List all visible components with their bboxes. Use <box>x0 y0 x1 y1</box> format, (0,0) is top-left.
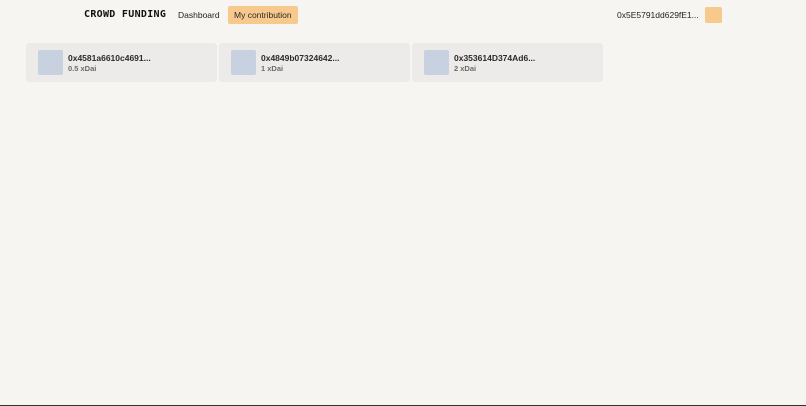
contribution-card[interactable]: 0x4849b07324642... 1 xDai <box>220 44 409 81</box>
project-thumbnail <box>38 50 63 75</box>
top-navbar: CROWD FUNDING Dashboard My contribution … <box>0 0 806 30</box>
contribution-amount: 0.5 xDai <box>68 64 97 73</box>
project-thumbnail <box>424 50 449 75</box>
brand-logo[interactable]: CROWD FUNDING <box>84 9 166 20</box>
project-address: 0x4849b07324642... <box>261 53 340 63</box>
wallet-address[interactable]: 0x5E5791dd629fE1... <box>617 10 699 20</box>
nav-my-contribution[interactable]: My contribution <box>228 6 298 24</box>
contribution-card[interactable]: 0x353614D374Ad6... 2 xDai <box>413 44 602 81</box>
nav-dashboard[interactable]: Dashboard <box>172 6 226 24</box>
contribution-amount: 1 xDai <box>261 64 284 73</box>
project-thumbnail <box>231 50 256 75</box>
contribution-card[interactable]: 0x4581a6610c4691... 0.5 xDai <box>27 44 216 81</box>
contribution-amount: 2 xDai <box>454 64 477 73</box>
project-address: 0x353614D374Ad6... <box>454 53 536 63</box>
project-address: 0x4581a6610c4691... <box>68 53 151 63</box>
wallet-avatar[interactable] <box>705 7 722 23</box>
